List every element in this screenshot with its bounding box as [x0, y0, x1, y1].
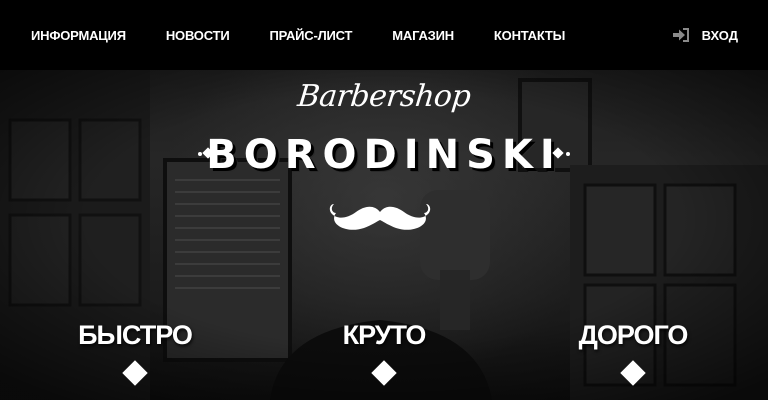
- login-button[interactable]: ВХОД: [672, 0, 738, 70]
- nav-item-info[interactable]: ИНФОРМАЦИЯ: [31, 28, 126, 43]
- feature-cool-label: КРУТО: [342, 320, 427, 350]
- mustache-icon: [329, 204, 431, 230]
- nav-item-contacts[interactable]: КОНТАКТЫ: [494, 28, 565, 43]
- logo-script-text: Barbershop: [295, 79, 473, 114]
- top-navigation: ИНФОРМАЦИЯ НОВОСТИ ПРАЙС-ЛИСТ МАГАЗИН КО…: [0, 0, 768, 70]
- feature-expensive-diamond: [620, 360, 646, 386]
- feature-fast-diamond: [122, 360, 148, 386]
- feature-fast: БЫСТРО: [35, 318, 235, 386]
- feature-cool: КРУТО: [284, 318, 484, 386]
- login-label: ВХОД: [701, 27, 738, 43]
- nav-menu: ИНФОРМАЦИЯ НОВОСТИ ПРАЙС-ЛИСТ МАГАЗИН КО…: [31, 0, 605, 70]
- logo-right-dot: [566, 152, 570, 156]
- page: ИНФОРМАЦИЯ НОВОСТИ ПРАЙС-ЛИСТ МАГАЗИН КО…: [0, 0, 768, 400]
- feature-expensive-label: ДОРОГО: [578, 320, 689, 350]
- feature-fast-label: БЫСТРО: [78, 320, 193, 350]
- feature-cool-diamond: [371, 360, 397, 386]
- logo-title: BORODINSKI: [206, 132, 562, 178]
- nav-item-price-list[interactable]: ПРАЙС-ЛИСТ: [269, 28, 352, 43]
- nav-item-shop[interactable]: МАГАЗИН: [392, 28, 454, 43]
- nav-item-news[interactable]: НОВОСТИ: [166, 28, 230, 43]
- feature-expensive: ДОРОГО: [533, 318, 733, 386]
- sign-in-icon: [672, 28, 689, 42]
